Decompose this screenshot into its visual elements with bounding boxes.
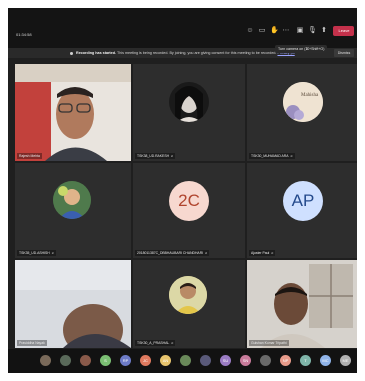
participant-avatar[interactable]: MC [320, 355, 331, 366]
participant-video [15, 260, 131, 348]
participant-avatar[interactable]: ME [340, 355, 351, 366]
video-tile-prashal[interactable]: TSK30_A_PRASHAL ⌀ [133, 260, 245, 348]
participant-name: TSK38_UD.RAKESH ⌀ [135, 153, 176, 159]
participant-avatar[interactable]: JC [140, 355, 151, 366]
mic-icon[interactable]: 🎙 [308, 27, 317, 35]
participant-avatar[interactable]: RP [120, 355, 131, 366]
mic-off-icon: ⌀ [171, 154, 174, 158]
video-tile-muhamad[interactable]: Mahisha TSK30_MUHAMAD ARA ⌀ [247, 64, 357, 161]
video-tile-rakesh[interactable]: TSK38_UD.RAKESH ⌀ [133, 64, 245, 161]
camera-tooltip: Turn camera on (⌘+Shift+O) [275, 45, 328, 53]
participant-name: Ajuster Paul ⌀ [249, 250, 276, 256]
participant-avatar[interactable]: NP [280, 355, 291, 366]
participant-name: Gulshan Kumar Tripathi [249, 340, 289, 346]
mic-off-icon: ⌀ [205, 251, 208, 255]
video-tile-prasiddha[interactable]: Prasiddha Nayak [15, 260, 131, 348]
teams-meeting-window: 01:34:58 ☺ ▭ ✋ ⋯ ▣ 🎙 ⬆ Leave Turn camera… [8, 8, 357, 373]
banner-title: Recording has started. [76, 51, 116, 55]
dismiss-button[interactable]: Dismiss [334, 49, 354, 57]
initials-avatar: 2C [169, 181, 209, 221]
mic-off-icon: ⌀ [271, 251, 274, 255]
raise-hand-icon[interactable]: ✋ [270, 27, 279, 35]
participant-avatar[interactable]: S [100, 355, 111, 366]
participant-avatar[interactable]: AN [160, 355, 171, 366]
participant-avatar[interactable] [40, 355, 51, 366]
participant-name: TSK35_UD.ASHISH ⌀ [17, 250, 56, 256]
participant-avatar[interactable] [200, 355, 211, 366]
leave-button[interactable]: Leave [333, 26, 354, 36]
video-tile-rajesh[interactable]: Rajesh Mehta [15, 64, 131, 161]
mic-off-icon: ⌀ [51, 251, 54, 255]
mic-off-icon: ⌀ [290, 154, 293, 158]
participant-name: 2018011387C_DBBHAUBARI CHANDHARI ⌀ [135, 250, 210, 256]
avatar [53, 181, 91, 219]
banner-message: This meeting is being recorded. By joini… [116, 51, 277, 55]
participant-name: TSK30_A_PRASHAL ⌀ [135, 340, 176, 346]
camera-icon[interactable]: ▣ [296, 27, 304, 35]
avatar [169, 82, 209, 122]
avatar: Mahisha [283, 82, 323, 122]
participant-name: Prasiddha Nayak [17, 340, 47, 346]
leave-label: Leave [338, 28, 350, 33]
participant-strip: S RP JC AN SU SN NP T MC ME [8, 349, 357, 373]
participant-avatar[interactable] [60, 355, 71, 366]
meeting-timer: 01:34:58 [16, 32, 32, 37]
participant-name: Rajesh Mehta [17, 153, 42, 159]
more-options-icon[interactable]: ⋯ [282, 27, 290, 35]
video-tile-ap[interactable]: AP Ajuster Paul ⌀ [247, 163, 357, 258]
participant-name: TSK30_MUHAMAD ARA ⌀ [249, 153, 295, 159]
avatar [169, 276, 207, 314]
mic-off-icon: ⌀ [171, 341, 174, 345]
participant-avatar[interactable] [260, 355, 271, 366]
video-tile-gulshan[interactable]: Gulshan Kumar Tripathi [247, 260, 357, 348]
participant-avatar[interactable] [180, 355, 191, 366]
participant-avatar[interactable] [80, 355, 91, 366]
participant-video [247, 260, 357, 348]
participant-avatar[interactable]: T [300, 355, 311, 366]
participant-avatar[interactable]: SU [220, 355, 231, 366]
share-icon[interactable]: ⬆ [320, 27, 328, 35]
initials-avatar: AP [283, 181, 323, 221]
chat-icon[interactable]: ▭ [258, 27, 266, 35]
people-icon[interactable]: ☺ [246, 27, 254, 35]
participant-video [15, 64, 131, 161]
video-tile-2c[interactable]: 2C 2018011387C_DBBHAUBARI CHANDHARI ⌀ [133, 163, 245, 258]
participant-avatar[interactable]: SN [240, 355, 251, 366]
avatar-caption: Mahisha [301, 93, 319, 98]
recording-icon [70, 51, 73, 55]
video-tile-ashish[interactable]: TSK35_UD.ASHISH ⌀ [15, 163, 131, 258]
meeting-toolbar: 01:34:58 ☺ ▭ ✋ ⋯ ▣ 🎙 ⬆ Leave [8, 8, 357, 48]
